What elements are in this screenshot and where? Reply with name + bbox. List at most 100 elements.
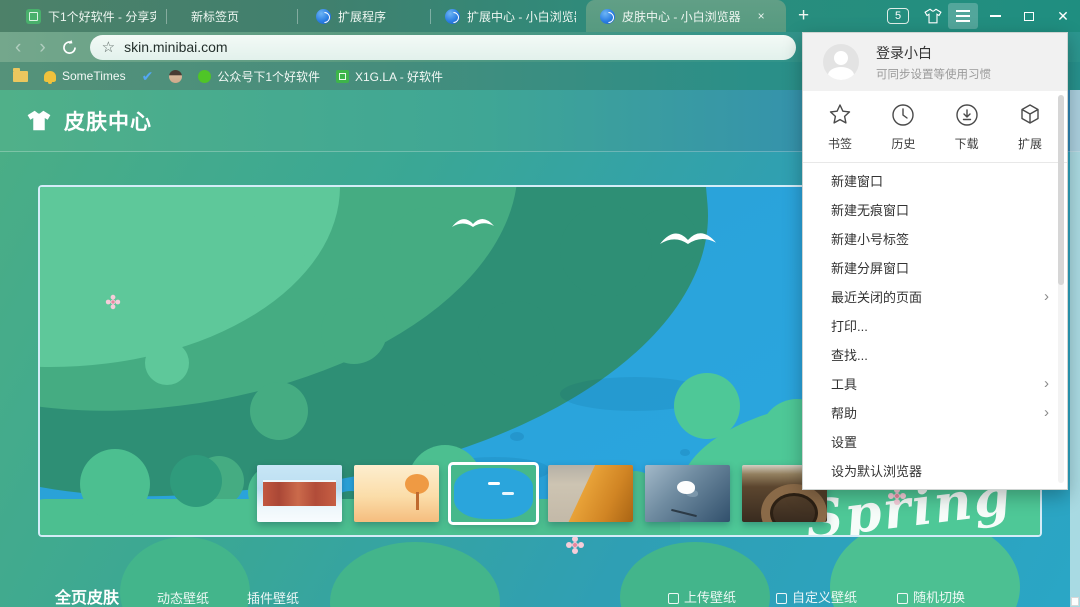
foliage-bumps xyxy=(250,201,314,265)
tab-good-software[interactable]: 下1个好软件 - 分享实用 xyxy=(16,0,166,32)
bookmark-sometimes[interactable]: SomeTimes xyxy=(44,69,126,84)
menu-item-recently-closed[interactable]: 最近关闭的页面 › xyxy=(803,282,1067,311)
tab-label: 新标签页 xyxy=(191,9,240,24)
random-switch-button[interactable]: 随机切换 xyxy=(896,588,965,607)
clock-icon xyxy=(892,103,915,126)
thumbnail-autumn[interactable] xyxy=(354,465,439,522)
window-close-icon: ✕ xyxy=(1057,8,1069,24)
tab-new-tab[interactable]: 新标签页 xyxy=(167,0,297,32)
bird-icon xyxy=(452,218,494,227)
new-tab-button[interactable]: + xyxy=(786,5,821,27)
chevron-right-icon: › xyxy=(1044,288,1049,305)
menu-item-label: 设为默认浏览器 xyxy=(831,464,923,479)
blue-globe-favicon xyxy=(600,8,615,24)
menu-item-label: 新建窗口 xyxy=(831,174,884,189)
category-tab[interactable]: 插件壁纸 xyxy=(247,589,299,607)
menu-item-new-small-tab[interactable]: 新建小号标签 xyxy=(803,224,1067,253)
bookmark-label: SomeTimes xyxy=(62,69,126,83)
tab-counter-badge[interactable]: 5 xyxy=(887,8,909,24)
menu-item-label: 帮助 xyxy=(831,406,858,421)
menu-item-find[interactable]: 查找... xyxy=(803,340,1067,369)
bookmark-folder[interactable] xyxy=(13,67,28,82)
shirt-icon xyxy=(27,110,51,131)
back-button[interactable]: ‹ xyxy=(6,38,30,57)
menu-item-new-incognito-window[interactable]: 新建无痕窗口 xyxy=(803,195,1067,224)
bookmark-check[interactable]: ✔ xyxy=(142,69,154,83)
scrollbar-down-arrow[interactable] xyxy=(1071,597,1079,606)
address-bar[interactable]: ☆ skin.minibai.com xyxy=(89,34,796,60)
avatar-icon xyxy=(823,44,859,80)
shuffle-icon xyxy=(896,592,908,604)
tab-label: 皮肤中心 - 小白浏览器 xyxy=(622,9,741,24)
green-badge-icon xyxy=(336,69,349,83)
water-droplet xyxy=(510,432,524,441)
blue-globe-favicon xyxy=(316,8,331,24)
category-tab[interactable]: 动态壁纸 xyxy=(157,589,209,607)
tab-extension-center[interactable]: 扩展中心 - 小白浏览器 xyxy=(431,0,586,32)
menu-item-new-window[interactable]: 新建窗口 xyxy=(803,166,1067,195)
extensions-shortcut[interactable]: 扩展 xyxy=(1017,102,1043,152)
shirt-icon xyxy=(924,8,942,24)
reload-icon xyxy=(62,39,76,54)
cube-icon xyxy=(1021,103,1039,124)
bookmark-label: X1G.LA - 好软件 xyxy=(355,69,444,84)
minimize-icon xyxy=(989,15,1001,17)
window-close-button[interactable]: ✕ xyxy=(1046,1,1080,31)
reload-button[interactable] xyxy=(61,39,78,56)
skin-shirt-button[interactable] xyxy=(918,3,948,29)
login-subtitle: 可同步设置等使用习惯 xyxy=(876,68,991,81)
download-icon xyxy=(955,103,978,126)
action-label: 自定义壁纸 xyxy=(791,590,857,605)
custom-icon xyxy=(775,592,787,604)
menu-item-set-default-browser[interactable]: 设为默认浏览器 xyxy=(803,456,1067,485)
avatar-icon xyxy=(169,69,183,83)
thumbnail-snow-village[interactable] xyxy=(257,465,342,522)
menu-item-print[interactable]: 打印... xyxy=(803,311,1067,340)
thumbnail-spring-lake-selected[interactable] xyxy=(448,462,539,525)
menu-item-label: 设置 xyxy=(831,435,858,450)
bookmark-x1g[interactable]: X1G.LA - 好软件 xyxy=(336,68,443,85)
bookmark-star-icon[interactable]: ☆ xyxy=(102,40,115,55)
page-scrollbar[interactable] xyxy=(1070,90,1080,607)
tab-close-icon[interactable]: × xyxy=(758,9,765,23)
history-shortcut[interactable]: 历史 xyxy=(890,102,916,152)
menu-item-tools[interactable]: 工具 › xyxy=(803,369,1067,398)
tab-extensions[interactable]: 扩展程序 xyxy=(298,0,430,32)
category-tabs: 全页皮肤 动态壁纸 插件壁纸 xyxy=(55,588,299,607)
bell-icon xyxy=(44,70,56,84)
thumbnail-desert-dunes[interactable] xyxy=(548,465,633,522)
menu-item-settings[interactable]: 设置 xyxy=(803,427,1067,456)
chevron-right-icon: › xyxy=(1044,404,1049,421)
menu-item-label: 新建分屏窗口 xyxy=(831,261,910,276)
menu-item-label: 打印... xyxy=(831,319,868,334)
category-tab-fullpage[interactable]: 全页皮肤 xyxy=(55,588,119,607)
menu-item-new-split-window[interactable]: 新建分屏窗口 xyxy=(803,253,1067,282)
menu-scrollbar-thumb[interactable] xyxy=(1058,95,1064,285)
bookmark-wechat[interactable]: 公众号下1个好软件 xyxy=(198,68,320,85)
tabbar-right-cluster: 5 ✕ xyxy=(878,0,1080,32)
shortcut-label: 书签 xyxy=(827,136,852,151)
skin-category-bar: 全页皮肤 动态壁纸 插件壁纸 上传壁纸 自定义壁纸 随机切换 xyxy=(0,588,1080,607)
thumbnail-blue-bird[interactable] xyxy=(645,465,730,522)
login-row[interactable]: 登录小白 可同步设置等使用习惯 xyxy=(803,33,1067,91)
bookmark-avatar[interactable] xyxy=(169,69,183,83)
menu-shortcuts-row: 书签 历史 下载 扩展 xyxy=(803,91,1067,163)
menu-item-label: 最近关闭的页面 xyxy=(831,290,923,305)
menu-scrollbar[interactable] xyxy=(1058,95,1064,483)
maximize-button[interactable] xyxy=(1012,1,1046,31)
green-app-favicon xyxy=(26,8,41,24)
upload-wallpaper-button[interactable]: 上传壁纸 xyxy=(667,588,736,607)
page-title: 皮肤中心 xyxy=(64,110,152,134)
forward-button[interactable]: › xyxy=(30,38,54,57)
minimize-button[interactable] xyxy=(978,1,1012,31)
main-menu-button[interactable] xyxy=(948,3,978,29)
downloads-shortcut[interactable]: 下载 xyxy=(954,102,980,152)
bookmarks-shortcut[interactable]: 书签 xyxy=(827,102,853,152)
custom-wallpaper-button[interactable]: 自定义壁纸 xyxy=(775,588,857,607)
skin-actions: 上传壁纸 自定义壁纸 随机切换 xyxy=(667,588,965,607)
shortcut-label: 下载 xyxy=(954,136,979,151)
wechat-icon xyxy=(198,69,212,83)
tab-skin-center-active[interactable]: 皮肤中心 - 小白浏览器 × xyxy=(586,0,786,32)
shortcut-label: 历史 xyxy=(891,136,916,151)
menu-item-help[interactable]: 帮助 › xyxy=(803,398,1067,427)
